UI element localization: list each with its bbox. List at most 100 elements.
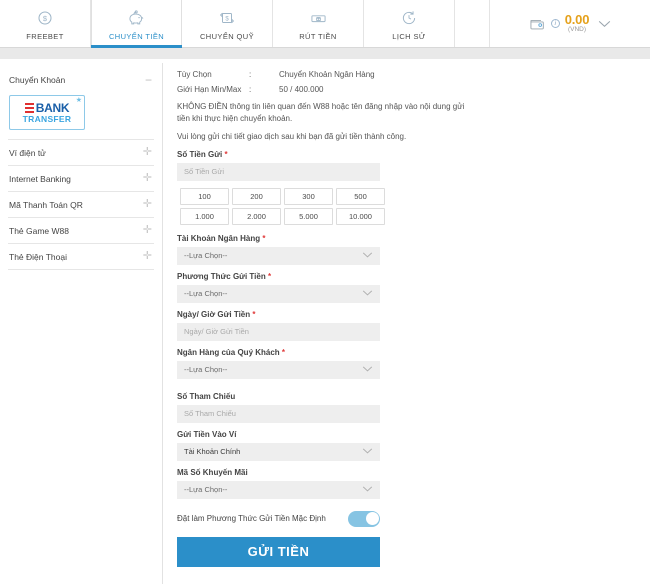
submit-deposit-button[interactable]: GỬI TIỀN — [177, 536, 380, 567]
chevron-down-icon — [362, 486, 373, 494]
sidebar-item-internet-banking[interactable]: Internet Banking ✛ — [0, 166, 162, 191]
tab-rut-tien[interactable]: RÚT TIỀN — [273, 0, 364, 47]
field-label: Mã Số Khuyến Mãi — [177, 468, 650, 477]
tab-label: FREEBET — [26, 31, 64, 41]
plus-icon[interactable]: ✛ — [143, 225, 152, 236]
withdraw-cash-icon — [309, 7, 328, 29]
deposit-page: $ FREEBET CHUYỂN TIỀN $ CHUYỂN QUỸ RÚT T… — [0, 0, 650, 584]
note-text: Vui lòng gửi chi tiết giao dịch sau khi … — [177, 132, 407, 142]
svg-text:$: $ — [225, 16, 229, 22]
svg-text:$: $ — [43, 14, 48, 23]
sidebar-item-label: Chuyển Khoản — [9, 75, 66, 85]
chevron-down-icon — [362, 366, 373, 374]
plus-icon[interactable]: ✛ — [143, 251, 152, 262]
sidebar-item-label: Mã Thanh Toán QR — [9, 199, 83, 210]
coin-dollar-icon: $ — [36, 7, 54, 29]
info-separator: : — [249, 70, 252, 79]
transfer-funds-icon: $ — [218, 7, 236, 29]
sidebar-item-ma-thanh-toan-qr[interactable]: Mã Thanh Toán QR ✛ — [0, 192, 162, 217]
quick-amount-button[interactable]: 300 — [284, 187, 333, 205]
tab-lich-su[interactable]: LỊCH SỬ — [364, 0, 455, 47]
reference-number-input[interactable]: Số Tham Chiếu — [177, 404, 380, 423]
quick-amount-button[interactable]: 1.000 — [180, 207, 229, 225]
chevron-down-icon — [362, 252, 373, 260]
select-value: --Lựa Chọn-- — [184, 485, 228, 495]
bank-account-select[interactable]: --Lựa Chọn-- — [177, 246, 380, 265]
deposit-amount-input[interactable]: Số Tiền Gửi — [177, 162, 380, 181]
quick-amount-button[interactable]: 100 — [180, 187, 229, 205]
content-area: Chuyển Khoản − ★ BANK TRANSFER Ví điện t… — [0, 59, 650, 584]
deposit-form: Tùy Chọn : Chuyển Khoản Ngân Hàng Giới H… — [163, 63, 650, 584]
star-icon: ★ — [75, 97, 82, 104]
logo-top-row: BANK — [24, 100, 70, 115]
toggle-label: Đặt làm Phương Thức Gửi Tiền Mặc Định — [177, 514, 326, 524]
field-label: Ngân Hàng của Quý Khách * — [177, 348, 650, 357]
tab-freebet[interactable]: $ FREEBET — [0, 0, 91, 47]
select-value: --Lựa Chọn-- — [184, 365, 228, 375]
field-reference-number: Số Tham Chiếu Số Tham Chiếu — [177, 392, 650, 423]
quick-amount-button[interactable]: 2.000 — [232, 207, 281, 225]
required-marker: * — [252, 309, 256, 319]
label-text: Mã Số Khuyến Mãi — [177, 467, 248, 477]
sidebar-item-vi-dien-tu[interactable]: Ví điện tử ✛ — [0, 140, 162, 165]
tab-chuyen-tien[interactable]: CHUYỂN TIỀN — [91, 0, 182, 48]
balance-amount: 0.00 — [564, 12, 590, 28]
field-label: Tài Khoản Ngân Hàng * — [177, 234, 650, 243]
field-promo-code: Mã Số Khuyến Mãi --Lựa Chọn-- — [177, 468, 650, 499]
balance-value-group: 0.00 (VND) — [565, 13, 590, 34]
tab-chuyen-quy[interactable]: $ CHUYỂN QUỸ — [182, 0, 273, 47]
tab-label: CHUYỂN QUỸ — [199, 31, 254, 41]
sidebar-item-the-game-w88[interactable]: Thẻ Game W88 ✛ — [0, 218, 162, 243]
required-marker: * — [262, 233, 266, 243]
deposit-info-table: Tùy Chọn : Chuyển Khoản Ngân Hàng Giới H… — [177, 70, 650, 94]
sidebar-item-label: Internet Banking — [9, 173, 71, 184]
deposit-datetime-input[interactable]: Ngày/ Giờ Gửi Tiền — [177, 322, 380, 341]
info-label: Tùy Chọn — [177, 70, 212, 79]
divider — [8, 269, 154, 270]
field-label: Gửi Tiền Vào Ví — [177, 430, 650, 439]
bank-logo-zone[interactable]: ★ BANK TRANSFER — [0, 93, 162, 139]
sidebar-item-label: Ví điện tử — [9, 147, 46, 158]
chevron-down-icon — [362, 290, 373, 298]
sidebar-item-the-dien-thoai[interactable]: Thẻ Điện Thoại ✛ — [0, 244, 162, 269]
logo-bars-icon — [24, 102, 34, 113]
minus-icon[interactable]: − — [145, 74, 152, 86]
piggy-bank-icon — [127, 7, 146, 29]
clock-history-icon — [400, 7, 418, 29]
balance-widget[interactable]: i 0.00 (VND) — [490, 0, 650, 47]
deposit-to-wallet-select[interactable]: Tài Khoản Chính — [177, 442, 380, 461]
field-label: Phương Thức Gửi Tiền * — [177, 272, 650, 281]
ebank-transfer-logo[interactable]: ★ BANK TRANSFER — [9, 95, 85, 130]
select-value: --Lựa Chọn-- — [184, 289, 228, 299]
warning-text: KHÔNG ĐIỀN thông tin liên quan đến W88 h… — [177, 102, 465, 123]
required-marker: * — [281, 347, 286, 357]
field-deposit-to-wallet: Gửi Tiền Vào Ví Tài Khoản Chính — [177, 430, 650, 461]
payment-method-sidebar: Chuyển Khoản − ★ BANK TRANSFER Ví điện t… — [0, 63, 163, 584]
info-separator: : — [249, 85, 252, 94]
label-text: Số Tiền Gửi — [177, 149, 223, 159]
tab-label: LỊCH SỬ — [392, 31, 426, 41]
info-icon[interactable]: i — [550, 19, 560, 28]
field-bank-account: Tài Khoản Ngân Hàng * --Lựa Chọn-- — [177, 234, 650, 265]
label-text: Số Tham Chiếu — [177, 391, 236, 401]
select-value: --Lựa Chọn-- — [184, 251, 228, 261]
quick-amount-button[interactable]: 200 — [232, 187, 281, 205]
customer-bank-select[interactable]: --Lựa Chọn-- — [177, 360, 380, 379]
chevron-down-icon[interactable] — [598, 15, 611, 33]
plus-icon[interactable]: ✛ — [143, 147, 152, 158]
quick-amount-button[interactable]: 5.000 — [284, 207, 333, 225]
quick-amount-button[interactable]: 10.000 — [336, 207, 385, 225]
quick-amount-buttons: 100 200 300 500 1.000 2.000 5.000 10.000 — [180, 187, 650, 225]
deposit-method-select[interactable]: --Lựa Chọn-- — [177, 284, 380, 303]
nav-spacer — [455, 0, 490, 47]
toggle-knob — [365, 512, 379, 526]
top-navigation: $ FREEBET CHUYỂN TIỀN $ CHUYỂN QUỸ RÚT T… — [0, 0, 650, 48]
plus-icon[interactable]: ✛ — [143, 199, 152, 210]
promo-code-select[interactable]: --Lựa Chọn-- — [177, 480, 380, 499]
plus-icon[interactable]: ✛ — [143, 173, 152, 184]
default-method-toggle[interactable] — [348, 510, 380, 527]
logo-line1: BANK — [35, 100, 70, 115]
quick-amount-button[interactable]: 500 — [336, 187, 385, 205]
sidebar-item-chuyen-khoan[interactable]: Chuyển Khoản − — [0, 69, 162, 93]
info-row-option: Tùy Chọn : Chuyển Khoản Ngân Hàng — [177, 70, 650, 79]
